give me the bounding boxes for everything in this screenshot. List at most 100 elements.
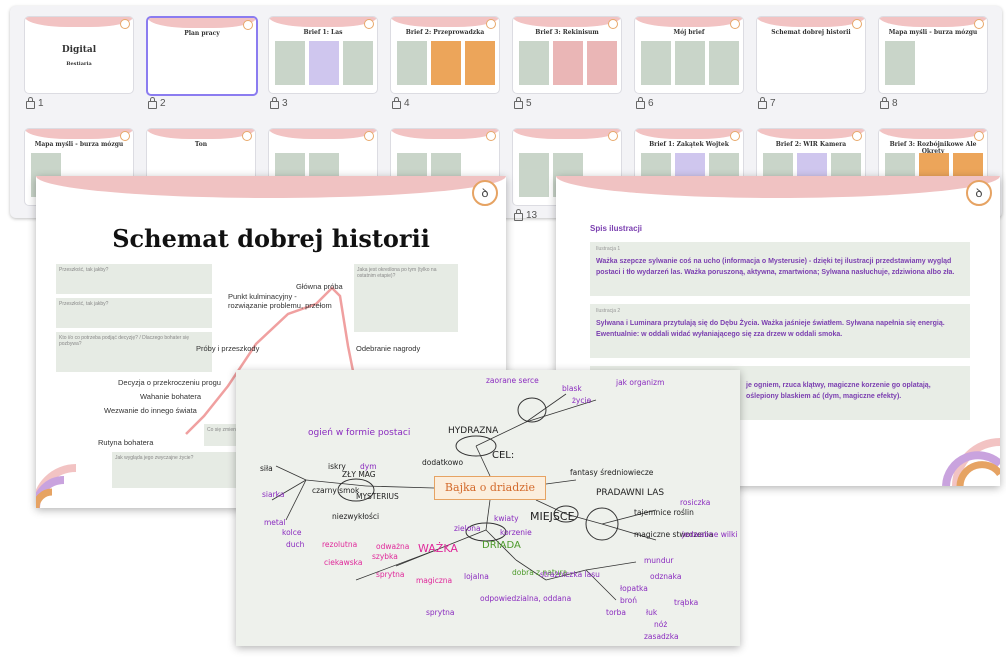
- thumbnail-title: Digital: [61, 45, 97, 55]
- mind-map-word[interactable]: DRIADA: [482, 540, 521, 551]
- mind-map-center[interactable]: Bajka o driadzie: [434, 476, 546, 500]
- mind-map-word[interactable]: kolce: [282, 528, 302, 537]
- logo-badge-icon: [974, 131, 984, 141]
- mind-map-word[interactable]: sprytna: [376, 570, 404, 579]
- slide-thumbnail[interactable]: Mój brief: [634, 16, 744, 94]
- thumbnail-block: [641, 41, 671, 85]
- stage-label: Wezwanie do innego świata: [104, 406, 197, 415]
- mind-map-word[interactable]: siarka: [262, 490, 284, 499]
- mind-map-word[interactable]: torba: [606, 608, 626, 617]
- slide-thumbnail[interactable]: Digital Bestiaria: [24, 16, 134, 94]
- slide-thumbnail[interactable]: Mapa myśli - burza mózgu: [878, 16, 988, 94]
- mind-map-word[interactable]: zasadzka: [644, 632, 679, 641]
- thumbnail-title: Mapa myśli - burza mózgu: [34, 141, 124, 148]
- mind-map-word[interactable]: łuk: [646, 608, 657, 617]
- mind-map-slide[interactable]: Bajka o driadzie ogień w formie postaci d…: [236, 370, 740, 646]
- mind-map-word[interactable]: korzenie: [500, 528, 532, 537]
- mind-map-word[interactable]: HYDRAZNA: [448, 426, 498, 436]
- mind-map-word[interactable]: mundur: [644, 556, 673, 565]
- illustration-label: Ilustracja 1: [596, 246, 621, 252]
- slide-thumbnail[interactable]: Brief 3: Rekinisum: [512, 16, 622, 94]
- mind-map-word[interactable]: metal: [264, 518, 286, 527]
- thumbnail-title: Brief 1: Las: [303, 29, 343, 36]
- stage-label: Główna próba: [296, 282, 343, 291]
- thumbnail-wave: [635, 129, 743, 139]
- mind-map-word[interactable]: szybka: [372, 552, 398, 561]
- thumbnail-number-text: 5: [526, 98, 532, 109]
- lock-icon: [270, 97, 279, 109]
- thumbnail-wave: [147, 129, 255, 139]
- logo-badge-icon: [974, 19, 984, 29]
- mind-map-word[interactable]: ogień w formie postaci: [308, 428, 410, 438]
- mind-map-word[interactable]: kwiaty: [494, 514, 519, 523]
- thumbnail-number: 13: [514, 209, 537, 221]
- logo-badge-icon: [120, 131, 130, 141]
- logo-badge-icon: [730, 19, 740, 29]
- illustration-item[interactable]: Ilustracja 1 Ważka szepcze sylwanie coś …: [590, 242, 970, 296]
- mind-map-word[interactable]: siła: [260, 464, 273, 473]
- logo-badge-icon: [608, 19, 618, 29]
- mind-map-word[interactable]: iskry: [328, 462, 346, 471]
- thumbnail-wave: [269, 129, 377, 139]
- logo-badge-icon: [608, 131, 618, 141]
- thumbnail-number: 1: [26, 97, 44, 109]
- thumbnail-wave: [391, 17, 499, 27]
- mind-map-word[interactable]: ciekawska: [324, 558, 362, 567]
- stage-label: Próby i przeszkody: [196, 344, 260, 353]
- logo-badge-icon: [364, 19, 374, 29]
- illustration-item[interactable]: Ilustracja 2 Sylwana i Luminara przytula…: [590, 304, 970, 358]
- logo-badge-icon: [242, 131, 252, 141]
- mind-map-word[interactable]: łopatka: [620, 584, 648, 593]
- slide-thumbnail[interactable]: Brief 1: Las: [268, 16, 378, 94]
- mind-map-word[interactable]: odpowiedzialna, oddana: [480, 594, 571, 603]
- mind-map-word[interactable]: rosiczka: [680, 498, 710, 507]
- mind-map-word[interactable]: duch: [286, 540, 304, 549]
- mind-map-word[interactable]: niezwykłości: [332, 512, 379, 521]
- thumbnail-title: Brief 2: Przeprowadzka: [405, 29, 485, 36]
- mind-map-word[interactable]: trąbka: [674, 598, 698, 607]
- mind-map-word[interactable]: odznaka: [650, 572, 681, 581]
- mind-map-word[interactable]: zielona: [454, 524, 481, 533]
- thumbnail-block: [709, 41, 739, 85]
- slide-thumbnail[interactable]: Schemat dobrej historii: [756, 16, 866, 94]
- mind-map-word[interactable]: magiczna: [416, 576, 452, 585]
- mind-map-word[interactable]: życie: [572, 396, 591, 405]
- mind-map-word[interactable]: lojalna: [464, 572, 489, 581]
- mind-map-word[interactable]: WAŻKA: [418, 542, 458, 555]
- thumbnail-wave: [757, 129, 865, 139]
- mind-map-word[interactable]: zaorane serce: [486, 376, 539, 385]
- mind-map-word[interactable]: blask: [562, 384, 582, 393]
- thumbnail-wave: [148, 18, 256, 28]
- slide-thumbnail[interactable]: Brief 2: Przeprowadzka: [390, 16, 500, 94]
- mind-map-word[interactable]: sprytna: [426, 608, 454, 617]
- thumbnail-wave: [757, 17, 865, 27]
- mind-map-word[interactable]: jak organizm: [616, 378, 664, 387]
- mind-map-word[interactable]: odważna: [376, 542, 409, 551]
- mind-map-word[interactable]: fantasy średniowiecze: [570, 468, 653, 477]
- thumbnail-block: [519, 153, 549, 197]
- mind-map-word[interactable]: rezolutna: [322, 540, 357, 549]
- mind-map-word[interactable]: ZŁY MAG: [342, 470, 376, 479]
- thumbnail-title: Schemat dobrej historii: [771, 29, 851, 36]
- mind-map-word[interactable]: MIEJSCE: [530, 510, 575, 523]
- mind-map-word[interactable]: dodatkowo: [422, 458, 463, 467]
- mind-map-word[interactable]: tajemnice roślin: [634, 508, 694, 517]
- slide-thumbnail[interactable]: Plan pracy: [146, 16, 258, 96]
- mind-map-word[interactable]: jedwabne wilki: [682, 530, 737, 539]
- thumbnail-number-text: 1: [38, 98, 44, 109]
- thumbnail-number-text: 7: [770, 98, 776, 109]
- mind-map-word[interactable]: broń: [620, 596, 637, 605]
- rainbow-decoration-icon: [942, 438, 1000, 486]
- thumbnail-title: Mój brief: [673, 29, 705, 36]
- thumbnail-block: [587, 41, 617, 85]
- slide-title: Spis ilustracji: [590, 224, 643, 233]
- thumbnail-number-text: 2: [160, 98, 166, 109]
- mind-map-word[interactable]: czarny smok: [312, 486, 359, 495]
- logo-badge-icon: ꝺ: [966, 180, 992, 206]
- mind-map-word[interactable]: CEL:: [492, 450, 514, 461]
- mind-map-word[interactable]: nóż: [654, 620, 667, 629]
- mind-map-word[interactable]: PRADAWNI LAS: [596, 488, 664, 498]
- illustration-label: Ilustracja 2: [596, 308, 621, 314]
- mind-map-word[interactable]: MYSTERIUS: [356, 492, 399, 501]
- mind-map-word[interactable]: strażniczka lasu: [540, 570, 600, 579]
